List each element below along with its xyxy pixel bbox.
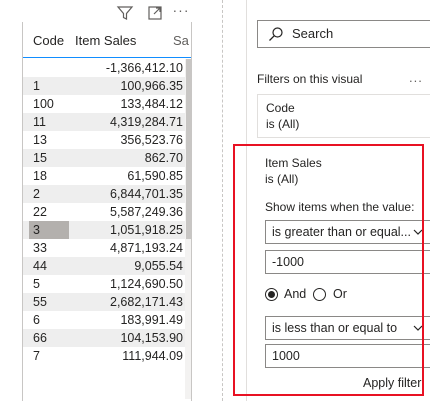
table-row[interactable]: 66 104,153.90 <box>23 329 185 347</box>
cell-code: 44 <box>33 259 47 273</box>
cell-code: 11 <box>33 115 46 129</box>
cell-code: 22 <box>33 205 47 219</box>
table-row[interactable]: 3 1,051,918.25 <box>23 221 185 239</box>
table-row[interactable]: 22 5,587,249.36 <box>23 203 185 221</box>
condition-2-value: is less than or equal to <box>272 321 398 335</box>
condition-1-dropdown[interactable]: is greater than or equal... <box>265 220 430 244</box>
cell-item-sales: 862.70 <box>144 151 183 165</box>
filter-card-item-sales[interactable]: Item Sales is (All) Show items when the … <box>257 150 430 400</box>
table-body: -1,366,412.10 1 100,966.35 100 133,484.12 11 4… <box>23 59 185 365</box>
search-icon <box>269 27 283 41</box>
more-options-icon[interactable]: ··· <box>172 3 190 22</box>
cell-item-sales: 100,966.35 <box>120 79 183 93</box>
cell-item-sales: -1,366,412.10 <box>105 61 183 75</box>
cell-item-sales: 1,124,690.50 <box>110 277 183 291</box>
table-row[interactable]: -1,366,412.10 <box>23 59 185 77</box>
cell-item-sales: 1,051,918.25 <box>110 223 183 237</box>
cell-code: 7 <box>33 349 40 363</box>
cell-item-sales: 4,319,284.71 <box>110 115 183 129</box>
cell-item-sales: 61,590.85 <box>127 169 183 183</box>
cell-item-sales: 2,682,171.43 <box>110 295 183 309</box>
visual-header: ··· <box>112 3 192 22</box>
search-input[interactable]: Search <box>257 20 430 48</box>
and-radio[interactable] <box>265 288 278 301</box>
condition-1-value: is greater than or equal... <box>272 225 411 239</box>
cell-item-sales: 9,055.54 <box>134 259 183 273</box>
and-label: And <box>284 287 307 301</box>
vertical-scrollbar[interactable] <box>185 59 191 399</box>
column-header-item-sales[interactable]: Item Sales <box>75 33 136 48</box>
cell-item-sales: 6,844,701.35 <box>110 187 183 201</box>
cell-item-sales: 183,991.49 <box>120 313 183 327</box>
column-header-code[interactable]: Code <box>33 33 64 48</box>
cell-code: 13 <box>33 133 47 147</box>
cell-code: 15 <box>33 151 47 165</box>
column-header-sa[interactable]: Sa <box>173 33 189 48</box>
cell-code: 3 <box>29 221 69 239</box>
cell-item-sales: 111,944.09 <box>122 349 183 363</box>
scrollbar-thumb[interactable] <box>186 59 191 239</box>
filter-card-code[interactable]: Code is (All) <box>257 94 430 138</box>
cell-item-sales: 4,871,193.24 <box>110 241 183 255</box>
apply-filter-button[interactable]: Apply filter <box>363 376 421 390</box>
filter-card-title: Code <box>266 101 295 115</box>
cell-code: 5 <box>33 277 40 291</box>
chevron-down-icon <box>413 325 423 331</box>
more-options-icon[interactable]: ... <box>409 70 423 85</box>
cell-code: 66 <box>33 331 47 345</box>
filter-card-subtitle: is (All) <box>266 117 300 131</box>
table-row[interactable]: 13 356,523.76 <box>23 131 185 149</box>
table-row[interactable]: 11 4,319,284.71 <box>23 113 185 131</box>
table-visual: Code Item Sales Sa -1,366,412.10 1 100,966… <box>22 22 192 401</box>
cell-item-sales: 5,587,249.36 <box>110 205 183 219</box>
cell-code: 1 <box>33 79 40 93</box>
table-row[interactable]: 18 61,590.85 <box>23 167 185 185</box>
value-2-text: 1000 <box>272 349 300 363</box>
condition-2-dropdown[interactable]: is less than or equal to <box>265 316 430 340</box>
cell-code: 6 <box>33 313 40 327</box>
canvas-divider <box>222 0 223 401</box>
show-items-label: Show items when the value: <box>265 200 415 214</box>
or-radio[interactable] <box>313 288 326 301</box>
filter-icon[interactable] <box>116 4 134 22</box>
cell-code <box>29 59 69 77</box>
or-label: Or <box>333 287 347 301</box>
section-title: Filters on this visual <box>257 72 363 86</box>
chevron-down-icon <box>413 229 423 235</box>
cell-code: 33 <box>33 241 47 255</box>
table-row[interactable]: 44 9,055.54 <box>23 257 185 275</box>
cell-code: 18 <box>33 169 47 183</box>
table-row[interactable]: 55 2,682,171.43 <box>23 293 185 311</box>
value-1-text: -1000 <box>272 255 304 269</box>
cell-item-sales: 133,484.12 <box>120 97 183 111</box>
table-row[interactable]: 33 4,871,193.24 <box>23 239 185 257</box>
value-2-input[interactable]: 1000 <box>265 344 430 368</box>
cell-item-sales: 104,153.90 <box>120 331 183 345</box>
filter-card-subtitle: is (All) <box>265 172 299 186</box>
filters-pane: Search Filters on this visual ... Code i… <box>246 0 430 401</box>
focus-mode-icon[interactable] <box>146 4 164 22</box>
value-1-input[interactable]: -1000 <box>265 250 430 274</box>
table-row[interactable]: 100 133,484.12 <box>23 95 185 113</box>
search-placeholder: Search <box>292 26 334 41</box>
cell-code: 2 <box>33 187 40 201</box>
table-row[interactable]: 2 6,844,701.35 <box>23 185 185 203</box>
cell-item-sales: 356,523.76 <box>120 133 183 147</box>
table-header: Code Item Sales Sa <box>23 22 191 58</box>
table-row[interactable]: 5 1,124,690.50 <box>23 275 185 293</box>
table-row[interactable]: 15 862.70 <box>23 149 185 167</box>
table-row[interactable]: 6 183,991.49 <box>23 311 185 329</box>
table-row[interactable]: 1 100,966.35 <box>23 77 185 95</box>
filter-card-title: Item Sales <box>265 156 322 170</box>
cell-code: 55 <box>33 295 47 309</box>
cell-code: 100 <box>33 97 54 111</box>
table-row[interactable]: 7 111,944.09 <box>23 347 185 365</box>
